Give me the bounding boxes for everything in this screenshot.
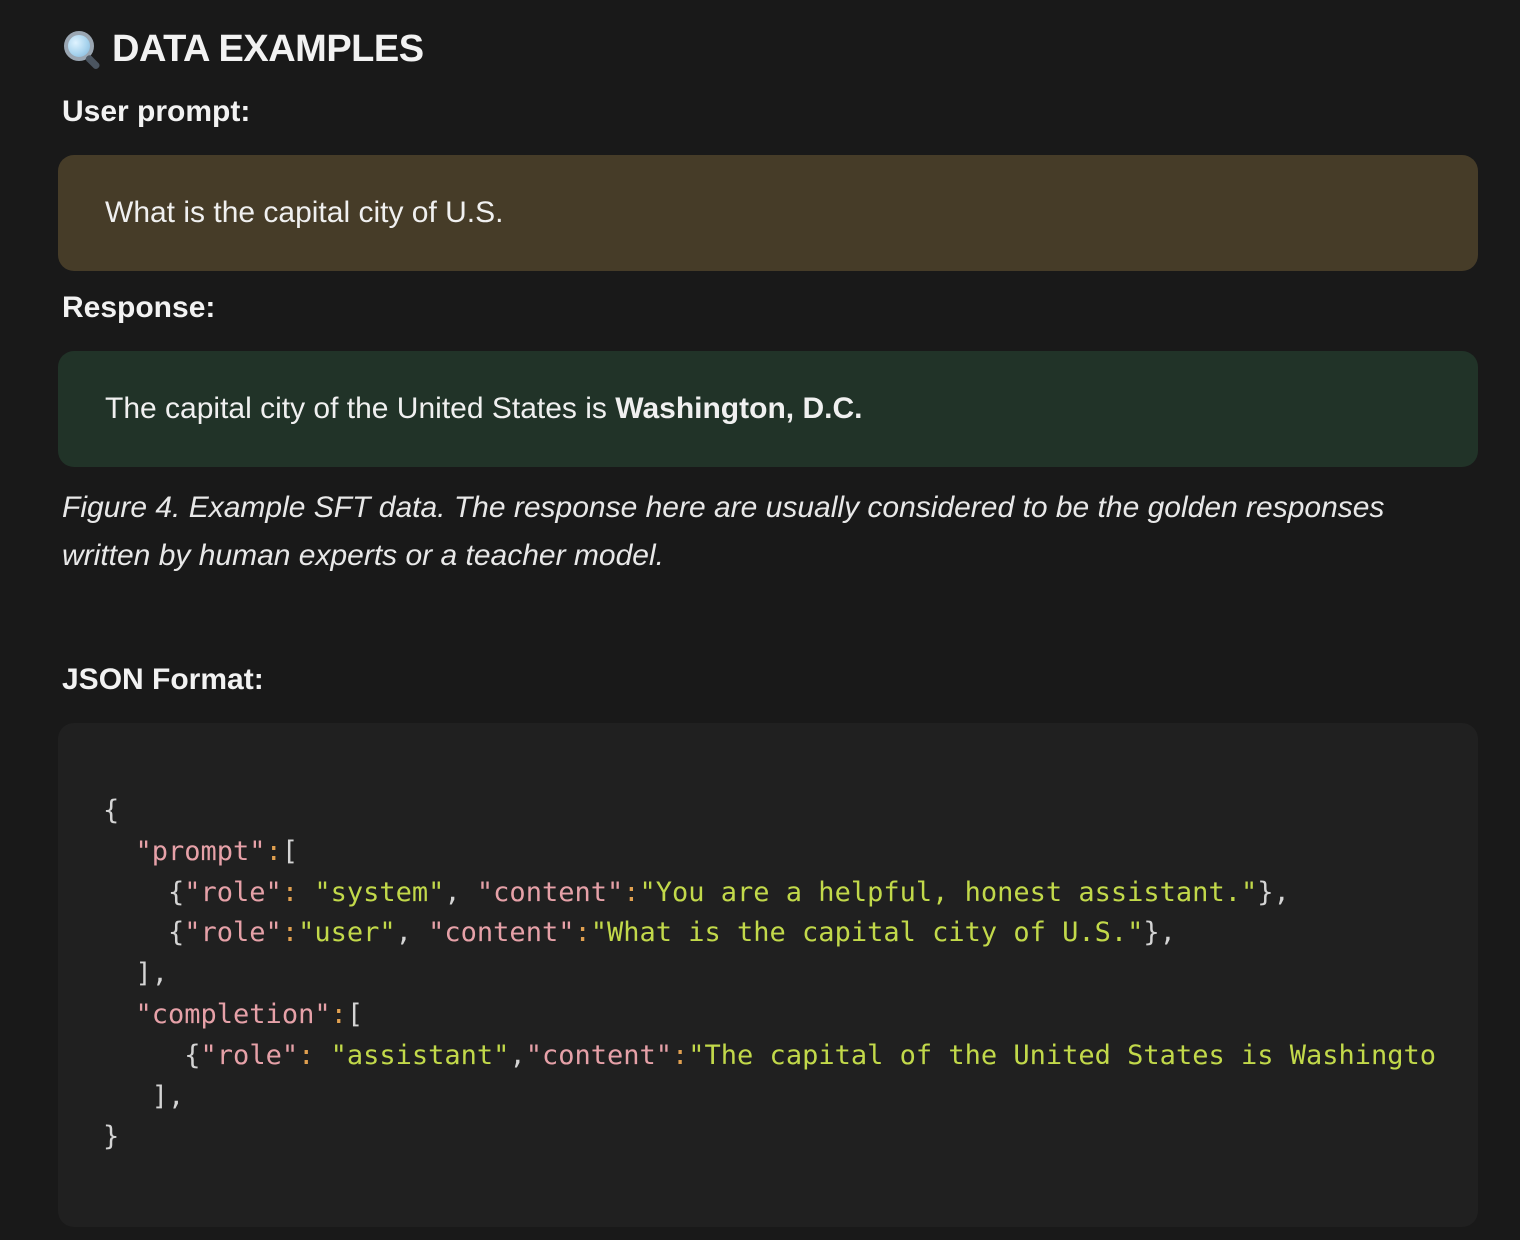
response-callout: The capital city of the United States is… <box>58 351 1478 467</box>
response-text: The capital city of the United States is… <box>105 392 862 426</box>
user-prompt-text: What is the capital city of U.S. <box>105 196 504 229</box>
code-line: ], <box>103 1080 185 1112</box>
json-format-label: JSON Format: <box>62 663 264 696</box>
code-line: "prompt":[ <box>135 835 299 867</box>
response-text-bold: Washington, D.C. <box>615 392 863 425</box>
section-title: DATA EXAMPLES <box>112 27 424 70</box>
code-line: { <box>103 795 120 826</box>
code-line: "completion":[ <box>135 998 364 1030</box>
code-line: {"role": "system", "content":"You are a … <box>103 876 1290 908</box>
section-heading: DATA EXAMPLES <box>62 26 424 72</box>
magnifying-glass-icon <box>62 29 102 71</box>
user-prompt-label: User prompt: <box>62 95 251 128</box>
code-block[interactable]: { "prompt":[ {"role": "system", "content… <box>58 723 1478 1227</box>
response-label: Response: <box>62 291 216 324</box>
user-prompt-callout: What is the capital city of U.S. <box>58 155 1478 271</box>
code-content: { "prompt":[ {"role": "system", "content… <box>103 791 1435 1158</box>
code-line: {"role":"user", "content":"What is the c… <box>103 917 1176 949</box>
code-line: {"role": "assistant","content":"The capi… <box>103 1039 1435 1071</box>
code-line: ], <box>103 958 169 990</box>
figure-caption: Figure 4. Example SFT data. The response… <box>62 491 1385 572</box>
response-text-plain: The capital city of the United States is <box>105 392 616 425</box>
code-line: } <box>103 1121 120 1153</box>
